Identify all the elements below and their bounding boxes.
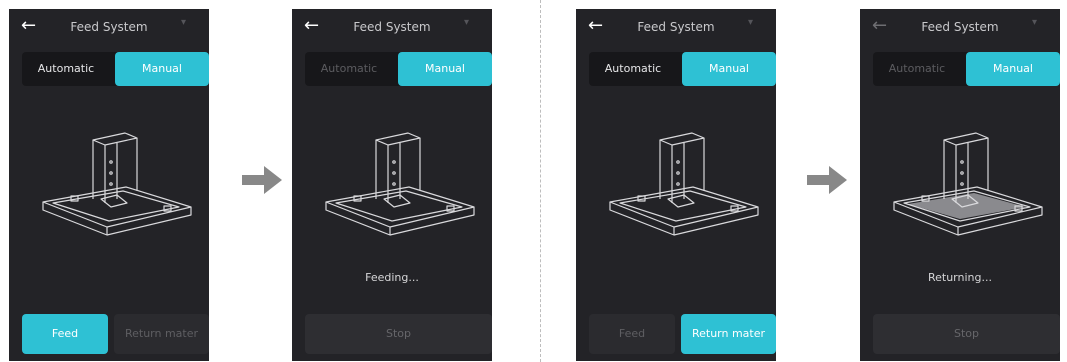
printer-illustration — [314, 107, 484, 262]
wifi-icon: ▾ — [181, 17, 187, 28]
printer-drawing — [325, 132, 475, 236]
return-material-button[interactable]: Return mater — [114, 314, 209, 354]
feed-button[interactable]: Feed — [22, 314, 108, 354]
mode-toggle: Automatic Manual — [873, 52, 1060, 86]
tab-automatic[interactable]: Automatic — [305, 52, 393, 86]
page-title: Feed System — [70, 20, 148, 34]
tab-manual[interactable]: Manual — [682, 52, 776, 86]
status-text: Returning... — [927, 271, 992, 284]
header: ← Feed System ▾ — [576, 9, 776, 45]
mode-toggle: Automatic Manual — [589, 52, 776, 86]
tab-manual[interactable]: Manual — [398, 52, 492, 86]
printer-illustration — [598, 107, 768, 262]
header: ← Feed System ▾ — [860, 9, 1060, 45]
tab-manual[interactable]: Manual — [966, 52, 1060, 86]
printer-drawing — [893, 132, 1043, 236]
mode-toggle: Automatic Manual — [305, 52, 492, 86]
return-material-button[interactable]: Return mater — [681, 314, 776, 354]
wifi-icon: ▾ — [464, 17, 470, 28]
tab-automatic[interactable]: Automatic — [589, 52, 677, 86]
step-arrow-icon — [242, 166, 282, 194]
step-arrow-icon — [807, 166, 847, 194]
tab-manual[interactable]: Manual — [115, 52, 209, 86]
wifi-icon: ▾ — [1032, 17, 1038, 28]
screen-idle-feed-selected: ← Feed System ▾ Automatic Manual Feed Re… — [9, 9, 209, 361]
wifi-icon: ▾ — [748, 17, 754, 28]
header: ← Feed System ▾ — [292, 9, 492, 45]
printer-drawing — [42, 132, 192, 236]
page-title: Feed System — [353, 20, 431, 34]
screen-feeding: ← Feed System ▾ Automatic Manual Feeding… — [292, 9, 492, 361]
status-text: Feeding... — [365, 271, 419, 284]
stop-button[interactable]: Stop — [305, 314, 492, 354]
tab-automatic[interactable]: Automatic — [22, 52, 110, 86]
feed-button[interactable]: Feed — [589, 314, 675, 354]
divider — [540, 0, 541, 362]
screen-idle-return-selected: ← Feed System ▾ Automatic Manual Feed Re… — [576, 9, 776, 361]
stop-button[interactable]: Stop — [873, 314, 1060, 354]
page-title: Feed System — [637, 20, 715, 34]
header: ← Feed System ▾ — [9, 9, 209, 45]
printer-drawing — [609, 132, 759, 236]
printer-illustration-with-resin — [882, 107, 1052, 262]
page-title: Feed System — [921, 20, 999, 34]
tab-automatic[interactable]: Automatic — [873, 52, 961, 86]
printer-illustration — [31, 107, 201, 262]
screen-returning: ← Feed System ▾ Automatic Manual Returni… — [860, 9, 1060, 361]
mode-toggle: Automatic Manual — [22, 52, 209, 86]
